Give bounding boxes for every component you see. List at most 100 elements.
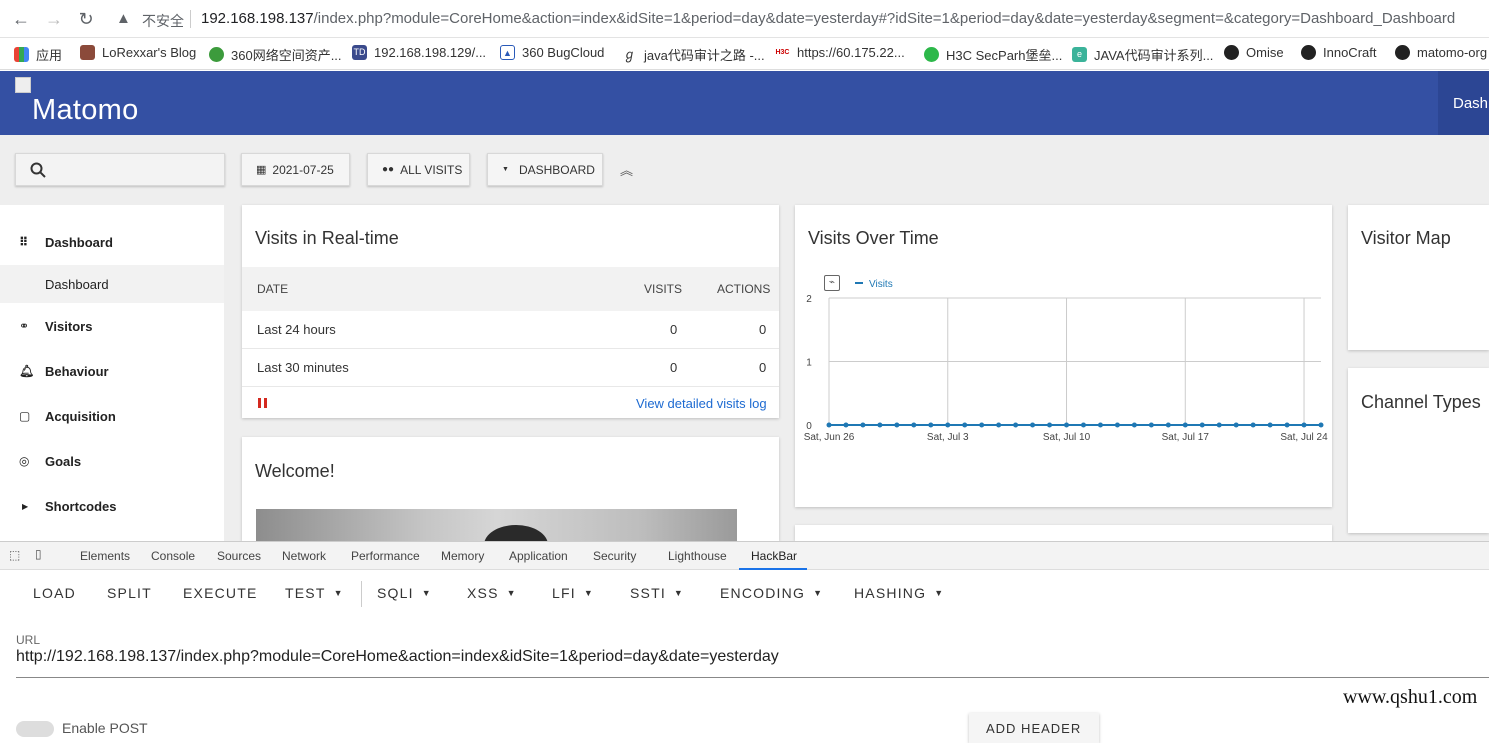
visitor-map-widget: Visitor Map — [1348, 205, 1489, 350]
bookmark-innocraft[interactable]: InnoCraft — [1301, 45, 1376, 60]
inspect-icon[interactable]: ⬚ — [9, 548, 20, 562]
sidebar-item-acquisition[interactable]: ▢ Acquisition — [0, 396, 224, 436]
add-header-button[interactable]: ADD HEADER — [969, 713, 1099, 743]
bookmarks-bar: 应用 LoRexxar's Blog 360网络空间资产... TD 192.16… — [0, 38, 1489, 70]
target-icon: ◎ — [19, 454, 30, 468]
top-nav-dashboard[interactable]: Dashboard — [1438, 71, 1489, 135]
wechat-icon — [924, 47, 939, 62]
table-row: Last 24 hours 0 0 — [242, 311, 779, 349]
url-bar[interactable]: 192.168.198.137/index.php?module=CoreHom… — [201, 10, 1455, 27]
sidebar-item-shortcodes[interactable]: ▶ Shortcodes — [0, 486, 224, 526]
bookmark-h3c-secparh[interactable]: H3C SecParh堡垒... — [924, 45, 1062, 64]
tab-application[interactable]: Application — [509, 549, 568, 563]
favicon-icon — [80, 45, 95, 60]
favicon-icon: ℊ — [622, 47, 637, 62]
bell-icon: 🔔︎ — [19, 364, 35, 378]
dropdown-arrow-icon: ▼ — [421, 588, 432, 598]
lfi-menu[interactable]: LFI ▼ — [552, 585, 594, 601]
data-point — [1064, 422, 1070, 428]
caret-right-icon: ▶ — [22, 501, 29, 511]
sidebar-item-visitors[interactable]: ⚭ Visitors — [0, 306, 224, 346]
bookmark-omise[interactable]: Omise — [1224, 45, 1284, 60]
load-button[interactable]: LOAD — [33, 585, 76, 601]
data-point — [1267, 422, 1273, 428]
url-host: 192.168.198.137 — [201, 10, 314, 27]
data-point — [1148, 422, 1154, 428]
xss-menu[interactable]: XSS ▼ — [467, 585, 517, 601]
tab-memory[interactable]: Memory — [441, 549, 484, 563]
legend-label[interactable]: Visits — [869, 279, 893, 290]
dashboard-menu-button[interactable]: ▼ DASHBOARD — [487, 153, 603, 186]
data-point — [1030, 422, 1036, 428]
warning-icon[interactable]: ▲ — [116, 10, 131, 27]
split-button[interactable]: SPLIT — [107, 585, 152, 601]
sidebar-subitem-dashboard[interactable]: Dashboard — [0, 265, 224, 303]
ssti-menu[interactable]: SSTI ▼ — [630, 585, 684, 601]
bookmark-java-series[interactable]: e JAVA代码审计系列... — [1072, 45, 1213, 64]
widget-title: Visits in Real-time — [255, 228, 399, 248]
matomo-logo[interactable]: Matomo — [32, 94, 139, 127]
enable-post-label: Enable POST — [62, 720, 148, 736]
segment-button[interactable]: ●● ALL VISITS — [367, 153, 470, 186]
search-input[interactable] — [15, 153, 225, 186]
forward-arrow-icon[interactable]: → — [43, 8, 65, 30]
tab-console[interactable]: Console — [151, 549, 195, 563]
favicon-icon: H3C — [775, 45, 790, 60]
data-point — [928, 422, 934, 428]
data-point — [1080, 422, 1086, 428]
data-point — [1199, 422, 1205, 428]
pause-icon[interactable] — [258, 398, 268, 409]
date-picker-button[interactable]: ▦ 2021-07-25 — [241, 153, 350, 186]
tab-network[interactable]: Network — [282, 549, 326, 563]
view-visits-log-link[interactable]: View detailed visits log — [636, 396, 767, 411]
grid-icon: ⠿ — [19, 235, 29, 249]
x-tick-label: Sat, Jul 17 — [1162, 432, 1210, 443]
tab-lighthouse[interactable]: Lighthouse — [668, 549, 727, 563]
devtools-tabbar: ⬚ ▯ Elements Console Sources Network Per… — [0, 541, 1489, 570]
search-icon — [30, 162, 46, 178]
bookmark-lorexxar[interactable]: LoRexxar's Blog — [80, 45, 196, 60]
bookmark-360-assets[interactable]: 360网络空间资产... — [209, 45, 342, 64]
watermark: www.qshu1.com — [1343, 686, 1478, 708]
bookmark-360-bugcloud[interactable]: ▲ 360 BugCloud — [500, 45, 604, 60]
url-textarea[interactable]: http://192.168.198.137/index.php?module=… — [16, 648, 1489, 678]
data-point — [1013, 422, 1019, 428]
sqli-menu[interactable]: SQLI ▼ — [377, 585, 432, 601]
bookmark-java-audit[interactable]: ℊ java代码审计之路 -... — [622, 45, 765, 64]
data-point — [1114, 422, 1120, 428]
bookmark-matomo-org[interactable]: matomo-org — [1395, 45, 1487, 60]
tab-security[interactable]: Security — [593, 549, 636, 563]
tab-elements[interactable]: Elements — [80, 549, 130, 563]
back-arrow-icon[interactable]: ← — [10, 8, 32, 30]
reload-icon[interactable]: ↻ — [75, 8, 97, 30]
sidebar-item-dashboard[interactable]: ⠿ Dashboard — [0, 222, 224, 262]
caret-down-icon: ▼ — [502, 166, 509, 173]
welcome-image — [256, 509, 737, 541]
bookmark-60-175[interactable]: H3C https://60.175.22... — [775, 45, 905, 60]
users-icon: ●● — [382, 164, 395, 175]
test-menu[interactable]: TEST ▼ — [285, 585, 344, 601]
tab-performance[interactable]: Performance — [351, 549, 420, 563]
tab-hackbar[interactable]: HackBar — [751, 549, 797, 563]
person-head — [484, 525, 548, 541]
favicon-icon — [209, 47, 224, 62]
hashing-menu[interactable]: HASHING ▼ — [854, 585, 944, 601]
dropdown-arrow-icon: ▼ — [506, 588, 517, 598]
data-point — [996, 422, 1002, 428]
widget-title: Welcome! — [255, 461, 335, 481]
sidebar-item-behaviour[interactable]: 🔔︎ Behaviour — [0, 351, 224, 391]
data-point — [1318, 422, 1324, 428]
device-toggle-icon[interactable]: ▯ — [35, 547, 42, 561]
insecure-label[interactable]: 不安全 — [142, 11, 184, 31]
table-row: Last 30 minutes 0 0 — [242, 349, 779, 387]
bookmark-ip-129[interactable]: TD 192.168.198.129/... — [352, 45, 486, 60]
collapse-icon[interactable]: ︽ — [620, 160, 633, 179]
encoding-menu[interactable]: ENCODING ▼ — [720, 585, 823, 601]
dropdown-arrow-icon: ▼ — [813, 588, 824, 598]
bookmark-apps[interactable]: 应用 — [14, 45, 62, 64]
enable-post-toggle[interactable] — [16, 721, 54, 737]
channel-types-widget: Channel Types — [1348, 368, 1489, 533]
execute-button[interactable]: EXECUTE — [183, 585, 258, 601]
sidebar-item-goals[interactable]: ◎ Goals — [0, 441, 224, 481]
tab-sources[interactable]: Sources — [217, 549, 261, 563]
